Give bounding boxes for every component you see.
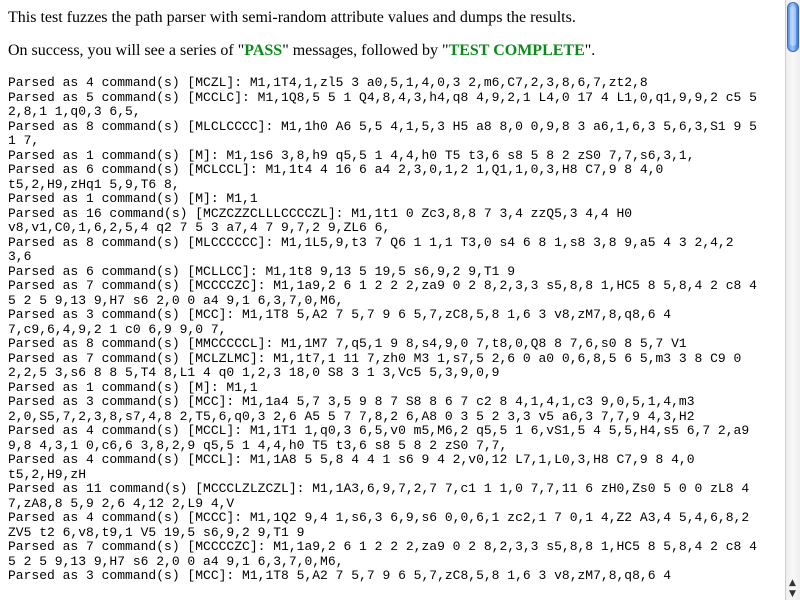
result-line: Parsed as 16 command(s) [MCZCZZCLLLCCCCZ… <box>8 205 633 221</box>
page-content: This test fuzzes the path parser with se… <box>0 0 785 600</box>
result-line: 2,8,1 1,q0,3 6,5, <box>8 104 141 119</box>
result-line: t5,2,H9,zHq1 5,9,T6 8, <box>8 176 180 192</box>
result-line: Parsed as 4 command(s) [MCCC]: M1,1Q2 9,… <box>8 510 750 525</box>
result-line: 5 2 5 9,13 9,H7 s6 2,0 0 a4 9,1 6,3,7,0,… <box>8 553 344 569</box>
result-line: Parsed as 4 command(s) [MCCL]: M1,1A8 5 … <box>8 452 695 467</box>
result-line: ZV5 t2 6,v8,t9,1 V5 19,5 s6,9,2 9,T1 9 <box>8 524 305 540</box>
test-complete-keyword: TEST COMPLETE <box>448 42 585 59</box>
scroll-down-arrow-icon[interactable]: ▼ <box>786 589 799 599</box>
result-line: Parsed as 1 command(s) [M]: M1,1s6 3,8,h… <box>8 147 695 163</box>
result-line: Parsed as 1 command(s) [M]: M1,1 <box>8 379 258 395</box>
result-line: Parsed as 7 command(s) [MCCCCZC]: M1,1a9… <box>8 539 757 554</box>
success-description: On success, you will see a series of "PA… <box>0 41 603 60</box>
result-line: Parsed as 6 command(s) [MCLCCL]: M1,1t4 … <box>8 162 664 177</box>
result-line: Parsed as 5 command(s) [MCCLC]: M1,1Q8,5… <box>8 89 757 105</box>
result-line: Parsed as 4 command(s) [MCZL]: M1,1T4,1,… <box>8 75 648 90</box>
results-log: Parsed as 4 command(s) [MCZL]: M1,1T4,1,… <box>8 75 783 584</box>
result-line: Parsed as 4 command(s) [MCCL]: M1,1T1 1,… <box>8 423 750 438</box>
result-line: Parsed as 7 command(s) [MCCCCZC]: M1,1a9… <box>8 278 757 293</box>
result-line: Parsed as 8 command(s) [MLCLCCCC]: M1,1h… <box>8 118 757 134</box>
result-line: 7,zA8,8 5,9 2,6 4,12 2,L9 4,V <box>8 495 235 511</box>
success-prefix: On success, you will see a series of " <box>8 42 245 59</box>
scroll-up-arrow-icon[interactable]: ▲ <box>786 578 799 588</box>
result-line: Parsed as 3 command(s) [MCC]: M1,1T8 5,A… <box>8 307 672 322</box>
result-line: 2,0,S5,7,2,3,8,s7,4,8 2,T5,6,q0,3 2,6 A5… <box>8 408 695 424</box>
result-line: 7,c9,6,4,9,2 1 c0 6,9 9,0 7, <box>8 321 227 337</box>
result-line: Parsed as 8 command(s) [MMCCCCCL]: M1,1M… <box>8 336 687 351</box>
result-line: 1 7, <box>8 133 40 148</box>
result-line: 3,6 <box>8 249 32 264</box>
result-line: t5,2,H9,zH <box>8 466 87 482</box>
result-line: 9,8 4,3,1 0,c6,6 3,8,2,9 q5,5 1 4,4,h0 T… <box>8 437 508 453</box>
scrollbar-thumb[interactable] <box>787 2 799 52</box>
result-line: Parsed as 3 command(s) [MCC]: M1,1T8 5,A… <box>8 568 672 583</box>
pass-keyword: PASS <box>244 42 283 59</box>
success-suffix: ". <box>584 42 596 59</box>
result-line: Parsed as 11 command(s) [MCCCLZLZCZL]: M… <box>8 481 750 496</box>
result-line: Parsed as 3 command(s) [MCC]: M1,1a4 5,7… <box>8 394 695 409</box>
result-line: Parsed as 6 command(s) [MCLLCC]: M1,1t8 … <box>8 263 516 279</box>
result-line: Parsed as 8 command(s) [MLCCCCCC]: M1,1L… <box>8 234 734 250</box>
success-middle: " messages, followed by " <box>282 42 449 59</box>
result-line: Parsed as 7 command(s) [MCLZLMC]: M1,1t7… <box>8 350 742 366</box>
result-line: v8,v1,C0,1,6,2,5,4 q2 7 5 3 a7,4 7 9,7,2… <box>8 220 391 235</box>
vertical-scrollbar[interactable]: ▲ ▼ <box>785 0 800 600</box>
result-line: 5 2 5 9,13 9,H7 s6 2,0 0 a4 9,1 6,3,7,0,… <box>8 292 344 308</box>
intro-text: This test fuzzes the path parser with se… <box>8 9 576 26</box>
result-line: 2,2,5 3,s6 8 8 5,T4 8,L1 4 q0 1,2,3 18,0… <box>8 365 500 380</box>
result-line: Parsed as 1 command(s) [M]: M1,1 <box>8 191 258 206</box>
